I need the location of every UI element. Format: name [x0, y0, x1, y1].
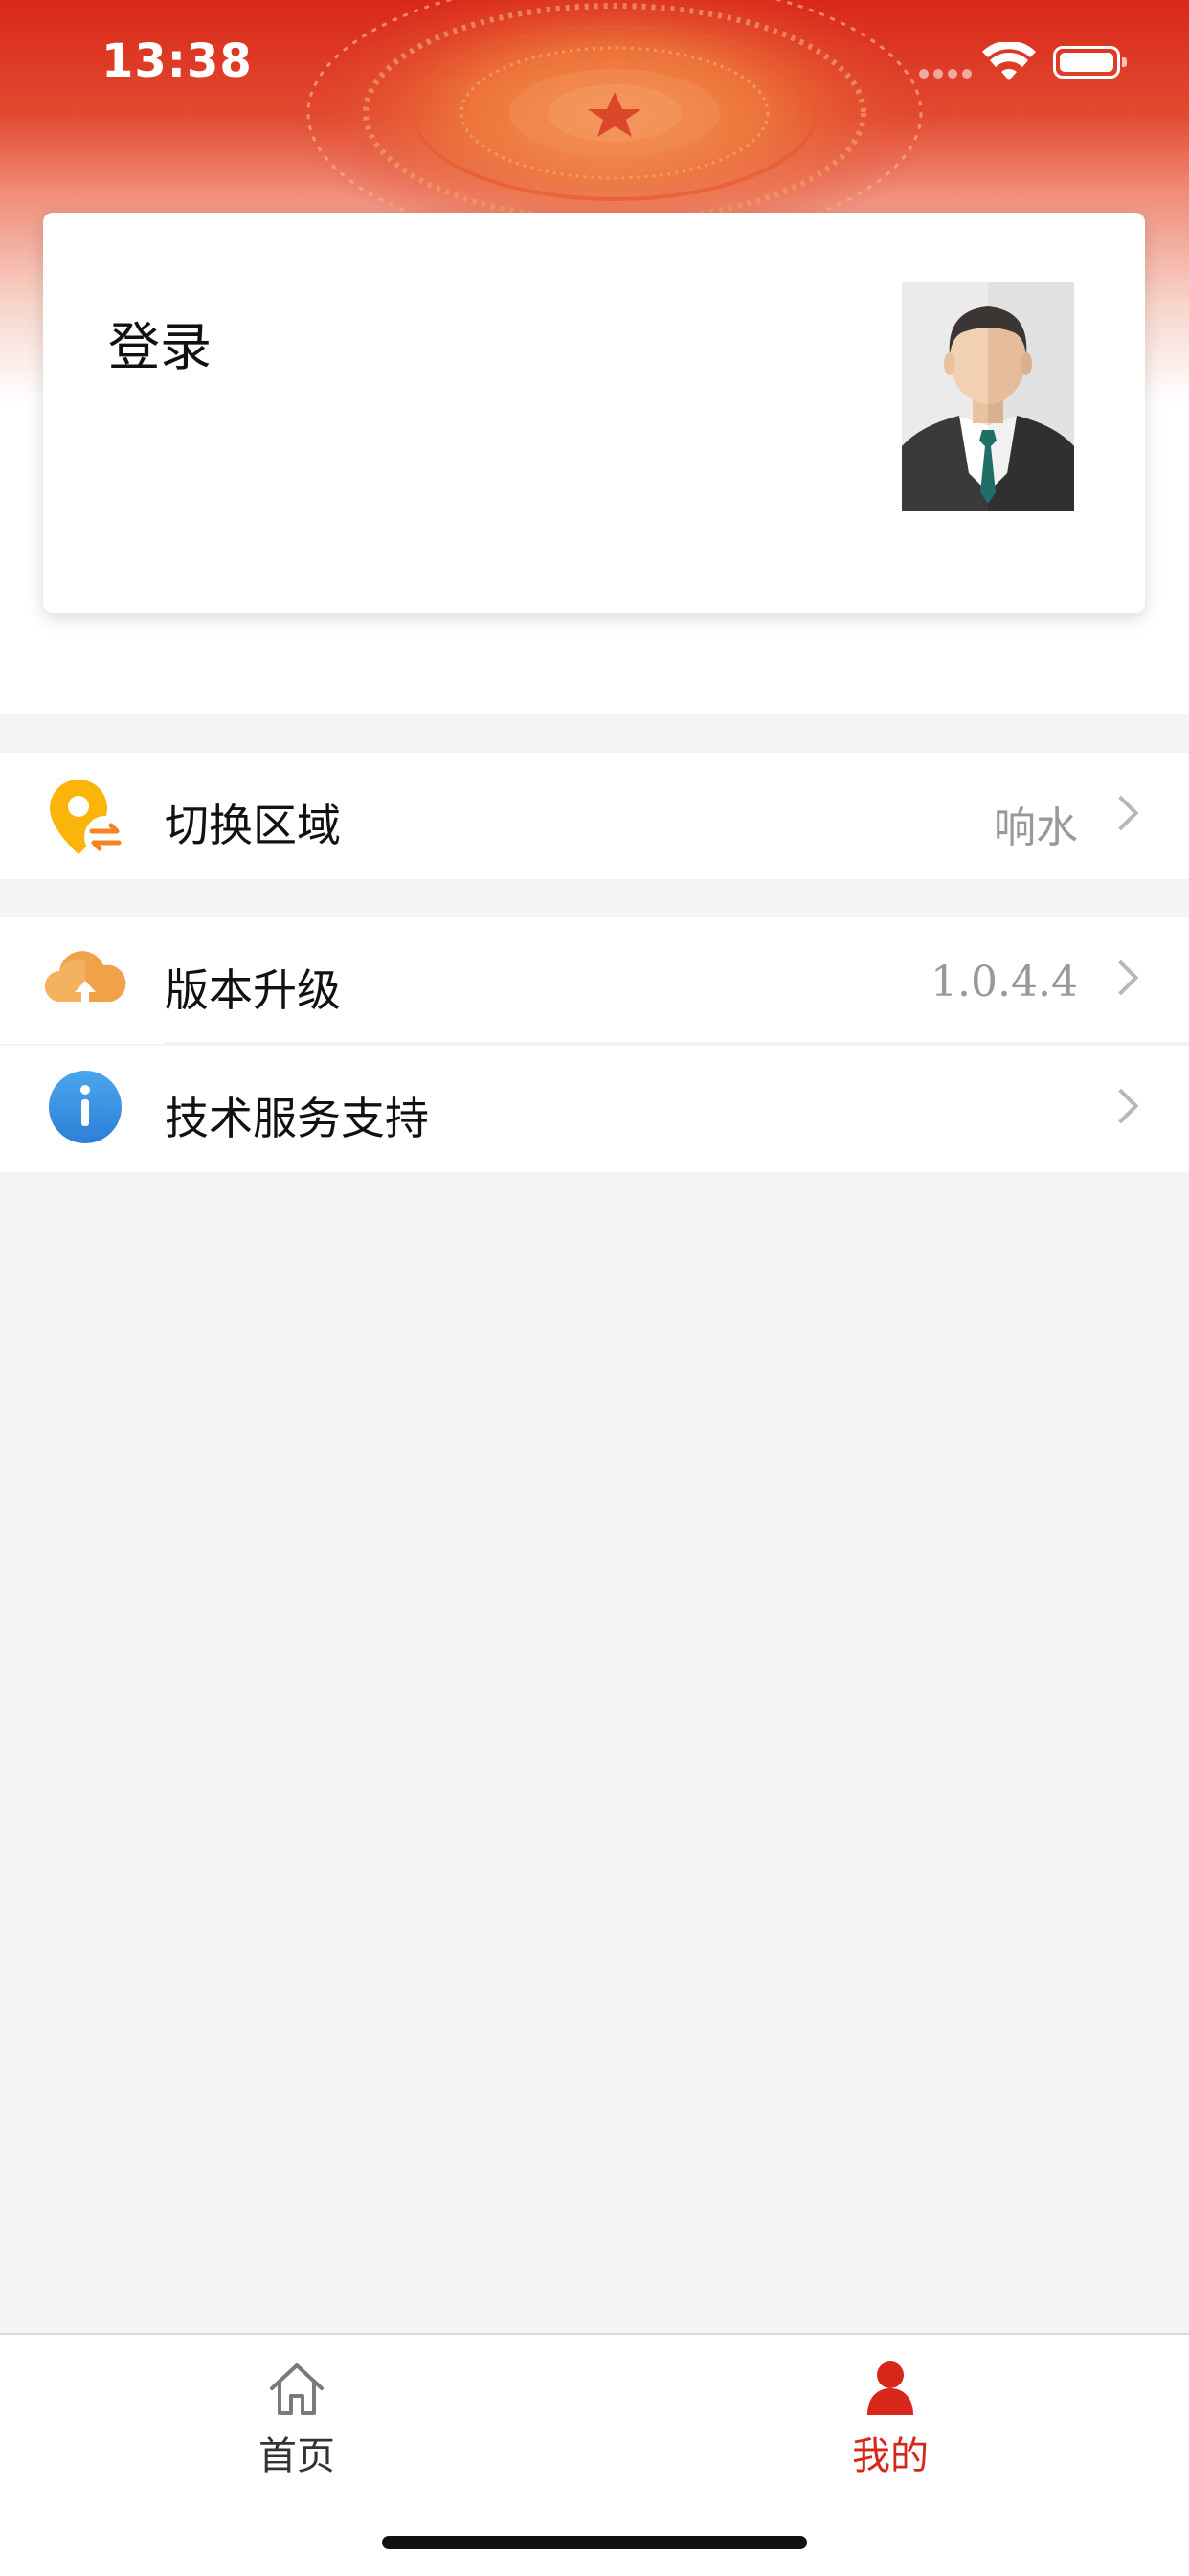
login-card[interactable]: 登录: [43, 213, 1145, 613]
menu-item-tech-support[interactable]: 技术服务支持: [0, 1046, 1189, 1172]
wifi-icon: [982, 42, 1036, 80]
user-icon: [867, 2361, 913, 2415]
tab-home[interactable]: 首页: [201, 2358, 393, 2501]
home-icon: [270, 2363, 324, 2415]
location-switch-icon: [50, 780, 126, 858]
tab-mine-label: 我的: [852, 2434, 929, 2478]
menu-label-version-upgrade: 版本升级: [165, 964, 341, 1016]
menu-label-tech-support: 技术服务支持: [165, 1093, 429, 1144]
menu-divider: [165, 1042, 1189, 1044]
status-time: 13:38: [101, 34, 253, 88]
chevron-right-icon: [1103, 960, 1139, 996]
chevron-right-icon: [1103, 1088, 1139, 1124]
menu-item-version-upgrade[interactable]: 版本升级 1.0.4.4: [0, 917, 1189, 1044]
menu-label-switch-region: 切换区域: [165, 800, 341, 851]
cloud-upload-icon: [44, 951, 126, 1006]
menu-value-version: 1.0.4.4: [931, 958, 1078, 1006]
avatar[interactable]: [902, 282, 1074, 511]
login-label[interactable]: 登录: [108, 305, 212, 380]
tab-home-label: 首页: [258, 2434, 335, 2478]
chevron-right-icon: [1103, 795, 1139, 831]
menu-value-region: 响水: [994, 803, 1078, 852]
user-avatar-icon: [902, 282, 1074, 511]
tab-mine[interactable]: 我的: [795, 2358, 986, 2501]
menu-item-switch-region[interactable]: 切换区域 响水: [0, 753, 1189, 879]
home-indicator[interactable]: [382, 2536, 807, 2549]
cellular-signal-icon: [919, 69, 973, 80]
info-icon: [49, 1071, 122, 1143]
battery-icon: [1053, 46, 1127, 79]
